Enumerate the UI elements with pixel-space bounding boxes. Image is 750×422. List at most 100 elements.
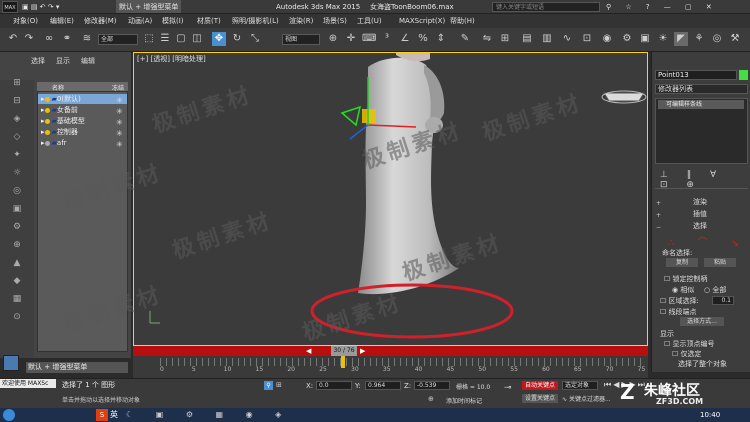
scene-tab-edit[interactable]: 编辑 xyxy=(81,56,95,66)
modifier-list-dropdown[interactable]: 修改器列表 xyxy=(655,84,748,94)
select-by-button[interactable]: 选择方式... xyxy=(680,317,724,326)
link-icon[interactable]: ∞ xyxy=(42,32,56,46)
time-slider-thumb[interactable]: 30 / 76 xyxy=(331,346,357,356)
modify-tab-icon[interactable]: ◤ xyxy=(674,32,688,46)
object-color-swatch[interactable] xyxy=(739,70,748,80)
segment-end-checkbox[interactable]: ☐ 线段端点 xyxy=(660,307,697,317)
light-bulb-icon[interactable] xyxy=(44,107,50,113)
z-coordinate-field[interactable]: -0.539 xyxy=(414,381,450,390)
ime-mode[interactable]: 英 xyxy=(110,409,118,421)
menu-edit[interactable]: 编辑(E) xyxy=(50,14,74,28)
paste-button[interactable]: 粘贴 xyxy=(704,258,736,267)
similar-radio[interactable]: ◉ 相似 xyxy=(672,285,694,295)
angle-snap-icon[interactable]: ∠ xyxy=(398,32,412,46)
menu-help[interactable]: 帮助(H) xyxy=(450,14,475,28)
workspace-selector[interactable]: 默认 + 增强型菜单 xyxy=(116,0,182,13)
rollout-selection[interactable]: 选择 xyxy=(693,221,707,231)
lock-selection-icon[interactable]: ⚲ xyxy=(264,381,273,390)
list-item[interactable]: ▸ ▰0(默认) xyxy=(38,94,127,104)
sub-object-level-icons[interactable]: ∴ ⌒ ↘ xyxy=(668,234,749,249)
undo-icon[interactable]: ↶ xyxy=(6,32,20,46)
snaps-toggle-icon[interactable]: ³ xyxy=(380,32,394,46)
menu-scene[interactable]: 场景(S) xyxy=(323,14,347,28)
mirror-icon[interactable]: ⇋ xyxy=(480,32,494,46)
graphite-tools-icon[interactable]: ▥ xyxy=(540,32,554,46)
time-tag-icon[interactable]: ⊕ xyxy=(428,395,434,403)
add-time-tag[interactable]: 添加时间标记 xyxy=(446,396,482,405)
search-input[interactable]: 键入关键字或短语 xyxy=(492,2,600,12)
light-bulb-icon[interactable] xyxy=(44,140,50,146)
stack-item[interactable]: 可编辑样条线 xyxy=(658,100,744,109)
spinner-snap-icon[interactable]: ⇕ xyxy=(434,32,448,46)
ref-coord-dropdown[interactable]: 视图 xyxy=(282,34,320,45)
stack-controls-icons[interactable]: ⊥ ‖ ∀ ⊡ ⊕ xyxy=(660,170,750,190)
explorer-filter-icons[interactable]: ⊞ ⊟ ◈ ◇ ✦ ☼ ◎ ▣ ⚙ ⊕ ▲ ◆ ▦ ⊙ xyxy=(6,74,28,334)
select-move-icon[interactable]: ✥ xyxy=(212,32,226,46)
next-frame-icon[interactable]: ▶ xyxy=(360,346,365,356)
ime-s-icon[interactable]: S xyxy=(96,409,108,421)
select-by-name-icon[interactable]: ☰ xyxy=(158,32,172,46)
time-slider-bar[interactable] xyxy=(133,346,648,356)
copy-button[interactable]: 复制 xyxy=(666,258,698,267)
percent-snap-icon[interactable]: % xyxy=(416,32,430,46)
key-mode-dropdown[interactable]: 选定对象 xyxy=(562,381,598,390)
area-selection-field[interactable]: 0.1 xyxy=(712,296,734,305)
menu-lights-cameras[interactable]: 照明/摄影机(L) xyxy=(232,14,279,28)
absolute-mode-icon[interactable]: ⊞ xyxy=(276,381,282,389)
render-setup-icon[interactable]: ⚙ xyxy=(620,32,634,46)
scene-tab-select[interactable]: 选择 xyxy=(31,56,45,66)
auto-key-button[interactable]: 自动关键点 xyxy=(522,381,558,390)
light-bulb-icon[interactable] xyxy=(44,96,50,102)
select-scale-icon[interactable]: ⤡ xyxy=(248,32,262,46)
menu-object[interactable]: 对象(O) xyxy=(13,14,38,28)
maxscript-mini-listener[interactable]: 欢迎使用 MAXSc xyxy=(0,379,56,388)
workspace-dropdown[interactable]: 默认 + 增强型菜单 xyxy=(26,362,128,373)
menu-tools[interactable]: 工具(U) xyxy=(357,14,382,28)
schematic-view-icon[interactable]: ⊡ xyxy=(580,32,594,46)
bind-spacewarp-icon[interactable]: ≋ xyxy=(80,32,94,46)
area-selection-checkbox[interactable]: ☐ 区域选择: xyxy=(660,296,699,306)
viewport-label[interactable]: [+] [透视] [明暗处理] xyxy=(137,54,206,64)
select-object-icon[interactable]: ⬚ xyxy=(142,32,156,46)
list-item[interactable]: ▸ ▰女备前 xyxy=(38,105,127,115)
named-sel-icon[interactable]: ✎ xyxy=(458,32,472,46)
keyboard-shortcut-icon[interactable]: ⌨ xyxy=(362,32,376,46)
column-name[interactable]: 名称 xyxy=(52,83,64,92)
layer-manager-icon[interactable]: ▤ xyxy=(520,32,534,46)
rollout-toggle-icons[interactable]: + + − xyxy=(656,198,661,234)
show-vertex-numbers-checkbox[interactable]: ☐ 显示顶点编号 xyxy=(664,339,715,349)
set-key-button[interactable]: 设置关键点 xyxy=(522,394,558,403)
object-name-field[interactable]: Point013 xyxy=(655,70,737,80)
selection-filter-dropdown[interactable]: 全部 xyxy=(98,34,138,45)
rollout-rendering[interactable]: 渲染 xyxy=(693,197,707,207)
prev-frame-icon[interactable]: ◀ xyxy=(306,346,311,356)
menu-maxscript[interactable]: MAXScript(X) xyxy=(399,14,445,28)
column-frozen[interactable]: 冻结 xyxy=(112,83,124,92)
app-logo[interactable]: MAX xyxy=(2,1,18,13)
x-coordinate-field[interactable]: 0.0 xyxy=(316,381,352,390)
key-icon[interactable]: ⊸ xyxy=(504,383,512,393)
start-button-icon[interactable] xyxy=(3,409,15,421)
create-tab-icon[interactable]: ☀ xyxy=(656,32,670,46)
scene-tab-display[interactable]: 显示 xyxy=(56,56,70,66)
freeze-icons[interactable]: ✳ ✳ ✳ ✳ ✳ xyxy=(116,95,123,150)
light-bulb-icon[interactable] xyxy=(44,129,50,135)
unlink-icon[interactable]: ⚭ xyxy=(60,32,74,46)
motion-tab-icon[interactable]: ◎ xyxy=(710,32,724,46)
menu-material[interactable]: 材质(T) xyxy=(197,14,221,28)
menu-simulation[interactable]: 模拟(I) xyxy=(162,14,184,28)
selected-only-checkbox[interactable]: ☐ 仅选定 xyxy=(672,349,702,359)
list-item[interactable]: ▸ ▰afr xyxy=(38,138,127,148)
align-icon[interactable]: ⊞ xyxy=(498,32,512,46)
list-item[interactable]: ▸ ▰基础模型 xyxy=(38,116,127,126)
maxscript-listener-icon[interactable] xyxy=(3,355,19,371)
all-radio[interactable]: ○ 全部 xyxy=(704,285,726,295)
menu-animation[interactable]: 动画(A) xyxy=(128,14,152,28)
curve-editor-icon[interactable]: ∿ xyxy=(560,32,574,46)
menu-modifiers[interactable]: 修改器(M) xyxy=(84,14,117,28)
key-filters-button[interactable]: ∿ 关键点过滤器... xyxy=(562,394,611,403)
material-editor-icon[interactable]: ◉ xyxy=(600,32,614,46)
hierarchy-tab-icon[interactable]: ⚘ xyxy=(692,32,706,46)
lock-handles-checkbox[interactable]: ☐ 锁定控制柄 xyxy=(664,274,708,284)
select-manipulate-icon[interactable]: ✛ xyxy=(344,32,358,46)
